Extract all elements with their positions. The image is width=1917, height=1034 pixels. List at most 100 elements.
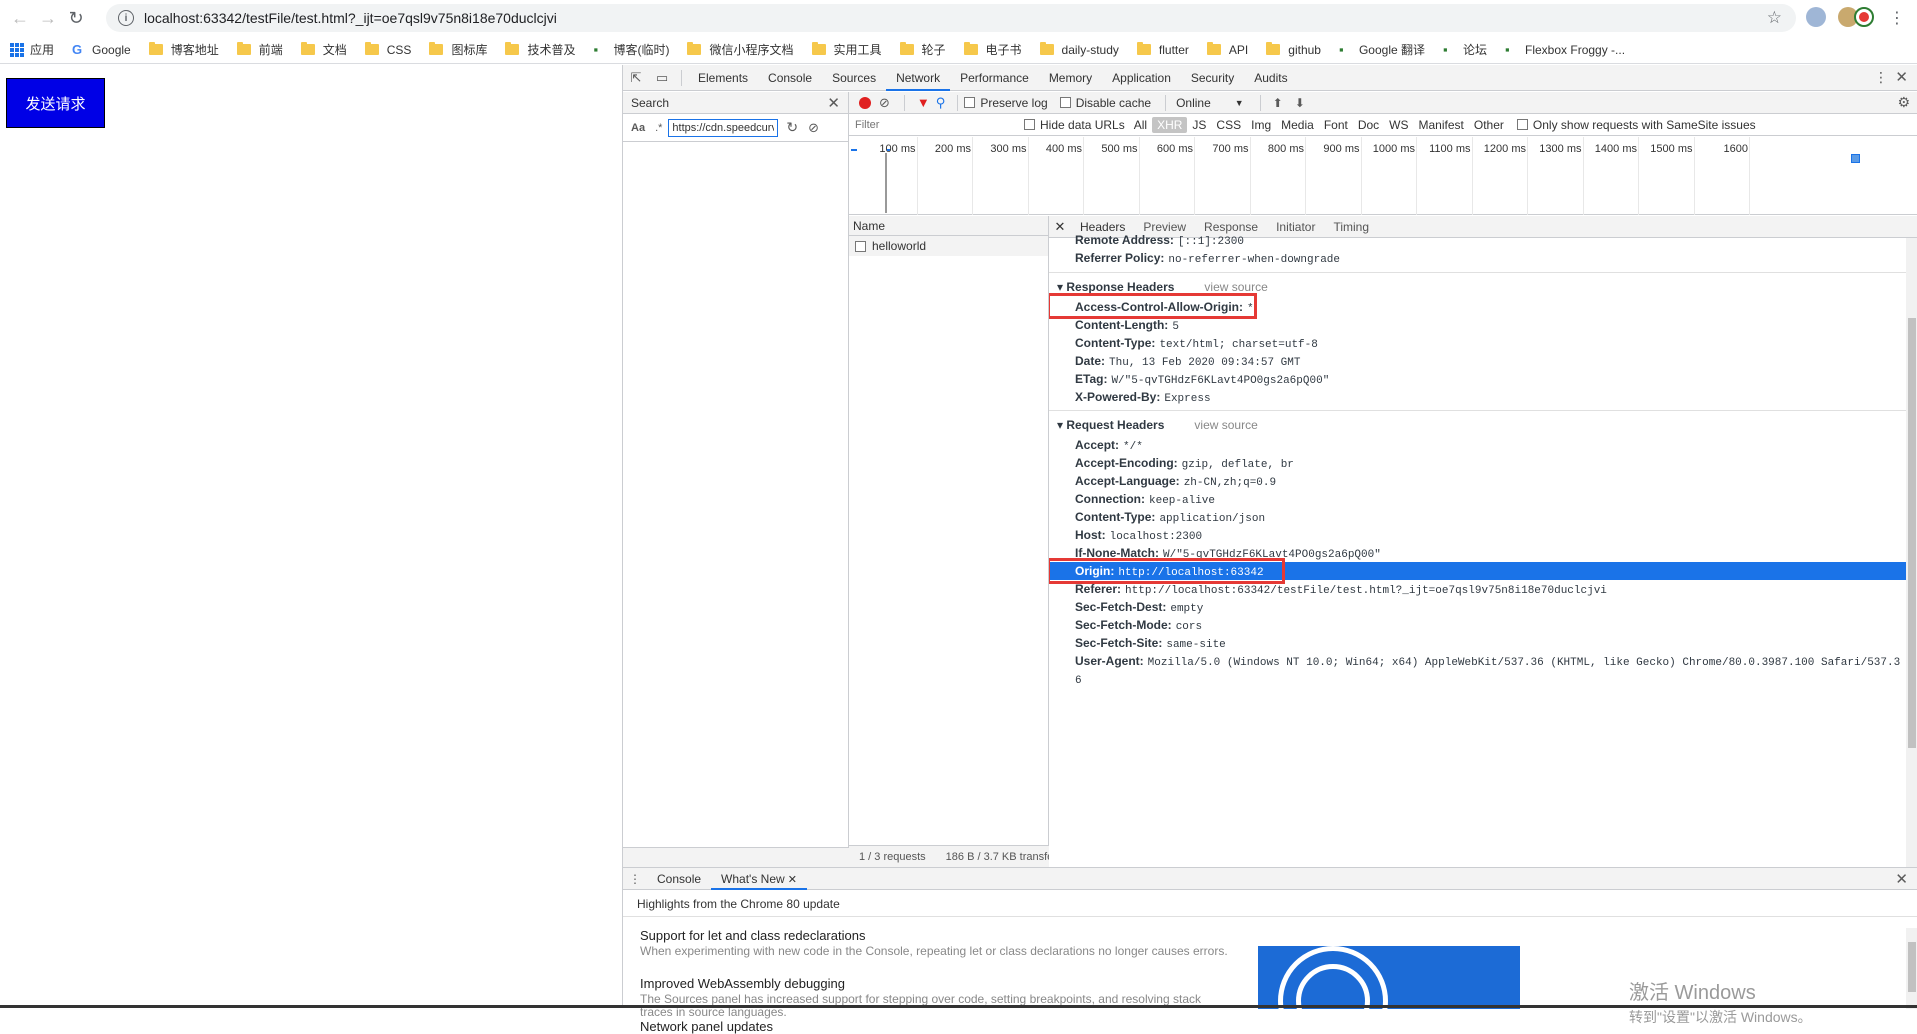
bookmark-item[interactable]: 实用工具 [811, 41, 882, 58]
header-row[interactable]: Accept-Language: zh-CN,zh;q=0.9 [1075, 472, 1276, 490]
export-har-icon[interactable]: ⬇ [1295, 96, 1305, 110]
header-row[interactable]: ETag: W/"5-qvTGHdzF6KLavt4PO0gs2a6pQ00" [1075, 370, 1329, 388]
drawer-tab[interactable]: What's New ✕ [711, 868, 807, 890]
bookmark-star-icon[interactable]: ☆ [1767, 8, 1782, 28]
send-request-button[interactable]: 发送请求 [6, 78, 105, 128]
whats-new-item-title[interactable]: Network panel updates [640, 1019, 773, 1034]
network-timeline[interactable]: 100 ms 200 ms 300 ms 400 ms 500 ms 600 ms 700 … [849, 137, 1917, 215]
reload-icon[interactable]: ↻ [62, 4, 90, 32]
drawer-menu-icon[interactable]: ⋮ [623, 872, 647, 886]
header-row[interactable]: Referer: http://localhost:63342/testFile/… [1075, 580, 1607, 598]
bookmark-item[interactable]: 应用 [10, 41, 54, 58]
close-search-icon[interactable]: ✕ [827, 94, 840, 112]
devtools-close-icon[interactable]: ✕ [1895, 68, 1908, 86]
devtools-tab[interactable]: Application [1102, 65, 1181, 91]
header-row[interactable]: User-Agent: Mozilla/5.0 (Windows NT 10.0;… [1075, 652, 1900, 670]
bookmark-item[interactable]: 前端 [236, 41, 283, 58]
filter-type-button[interactable]: CSS [1211, 117, 1246, 133]
disable-cache-checkbox[interactable] [1059, 97, 1071, 108]
header-row[interactable]: Sec-Fetch-Mode: cors [1075, 616, 1202, 634]
filter-icon[interactable]: ▼ [917, 95, 930, 110]
header-row[interactable]: Accept-Encoding: gzip, deflate, br [1075, 454, 1294, 472]
match-case-toggle[interactable]: Aa [631, 122, 645, 134]
bookmark-item[interactable]: G Google [72, 42, 131, 57]
header-row[interactable]: X-Powered-By: Express [1075, 388, 1211, 406]
close-details-icon[interactable]: ✕ [1049, 219, 1071, 235]
filter-type-button[interactable]: Font [1319, 117, 1353, 133]
whats-new-item-title[interactable]: Improved WebAssembly debugging [640, 976, 845, 991]
header-row[interactable]: Sec-Fetch-Dest: empty [1075, 598, 1203, 616]
details-tab[interactable]: Initiator [1267, 220, 1324, 234]
whats-new-video[interactable]: new [1258, 946, 1520, 1009]
device-toolbar-icon[interactable]: ▭ [649, 65, 675, 91]
back-icon[interactable]: ← [6, 4, 34, 32]
filter-input[interactable] [849, 115, 1014, 134]
chevron-down-icon[interactable]: ▼ [1235, 98, 1244, 108]
bookmark-item[interactable]: 轮子 [899, 41, 946, 58]
devtools-tab[interactable]: Sources [822, 65, 886, 91]
bookmark-item[interactable]: github [1266, 42, 1321, 57]
close-tab-icon[interactable]: ✕ [785, 874, 797, 886]
search-input[interactable] [668, 118, 779, 137]
header-row[interactable]: Host: localhost:2300 [1075, 526, 1202, 544]
view-source-link[interactable]: view source [1204, 280, 1267, 294]
bookmark-item[interactable]: ▪ Google 翻译 [1339, 41, 1425, 58]
bookmark-item[interactable]: ▪ 博客(临时) [593, 41, 669, 58]
bookmark-item[interactable]: 技术普及 [505, 41, 575, 58]
devtools-menu-icon[interactable]: ⋮ [1874, 69, 1888, 86]
devtools-tab[interactable]: Elements [688, 65, 758, 91]
header-row[interactable]: Sec-Fetch-Site: same-site [1075, 634, 1226, 652]
hide-data-urls-checkbox[interactable] [1024, 119, 1035, 130]
header-row[interactable]: Connection: keep-alive [1075, 490, 1215, 508]
filter-type-button[interactable]: Img [1246, 117, 1276, 133]
header-row[interactable]: Referrer Policy: no-referrer-when-downgra… [1075, 249, 1340, 267]
bookmark-item[interactable]: API [1206, 42, 1248, 57]
devtools-tab[interactable]: Console [758, 65, 822, 91]
drawer-scrollbar[interactable] [1906, 928, 1917, 1009]
clear-search-icon[interactable]: ⊘ [808, 120, 819, 136]
record-icon[interactable] [859, 96, 871, 109]
bookmark-item[interactable]: ▪ 论坛 [1443, 41, 1487, 58]
bookmark-item[interactable]: 博客地址 [148, 41, 219, 58]
address-bar[interactable]: i localhost:63342/testFile/test.html?_ij… [106, 4, 1796, 32]
devtools-tab[interactable]: Audits [1244, 65, 1297, 91]
inspect-element-icon[interactable]: ⇱ [623, 65, 649, 91]
same-site-checkbox[interactable] [1516, 119, 1528, 130]
filter-type-button[interactable]: WS [1384, 117, 1413, 133]
regex-toggle[interactable]: .* [655, 122, 662, 134]
drawer-tab[interactable]: Console [647, 868, 711, 890]
filter-type-button[interactable]: Doc [1353, 117, 1384, 133]
header-row[interactable]: Content-Type: text/html; charset=utf-8 [1075, 334, 1318, 352]
network-settings-icon[interactable]: ⚙ [1897, 94, 1910, 111]
devtools-tab[interactable]: Security [1181, 65, 1244, 91]
details-tab[interactable]: Timing [1324, 220, 1378, 234]
filter-type-button[interactable]: Other [1469, 117, 1509, 133]
bookmark-item[interactable]: 微信小程序文档 [687, 41, 794, 58]
bookmark-item[interactable]: 电子书 [963, 41, 1022, 58]
info-icon[interactable]: i [118, 10, 134, 26]
devtools-tab[interactable]: Network [886, 65, 951, 91]
search-icon[interactable]: ⚲ [936, 95, 946, 111]
devtools-tab[interactable]: Memory [1039, 65, 1102, 91]
header-row[interactable]: Date: Thu, 13 Feb 2020 09:34:57 GMT [1075, 352, 1300, 370]
bookmark-item[interactable]: CSS [364, 42, 411, 57]
filter-type-button[interactable]: Manifest [1414, 117, 1469, 133]
name-column-header[interactable]: Name [849, 216, 1048, 236]
whats-new-item-title[interactable]: Support for let and class redeclarations [640, 928, 865, 943]
header-row[interactable]: Accept: */* [1075, 436, 1143, 454]
filter-type-button[interactable]: All [1129, 117, 1152, 133]
bookmark-item[interactable]: flutter [1136, 42, 1189, 57]
throttle-select[interactable]: Online [1176, 96, 1211, 110]
address-url[interactable]: localhost:63342/testFile/test.html?_ijt=… [144, 10, 557, 26]
profile-avatar[interactable] [1854, 7, 1874, 27]
request-headers-title[interactable]: ▾ Request Headers view source [1057, 416, 1258, 434]
bookmark-item[interactable]: daily-study [1039, 42, 1119, 57]
close-drawer-icon[interactable]: ✕ [1895, 870, 1908, 888]
header-row[interactable]: Content-Type: application/json [1075, 508, 1265, 526]
filter-type-button[interactable]: XHR [1152, 116, 1188, 133]
browser-menu-icon[interactable]: ⋮ [1889, 8, 1905, 28]
header-row[interactable]: Remote Address: [::1]:2300 [1075, 231, 1244, 249]
bookmark-item[interactable]: ▪ Flexbox Froggy -... [1505, 42, 1625, 57]
refresh-search-icon[interactable]: ↻ [786, 119, 798, 136]
forward-icon[interactable]: → [34, 4, 62, 32]
